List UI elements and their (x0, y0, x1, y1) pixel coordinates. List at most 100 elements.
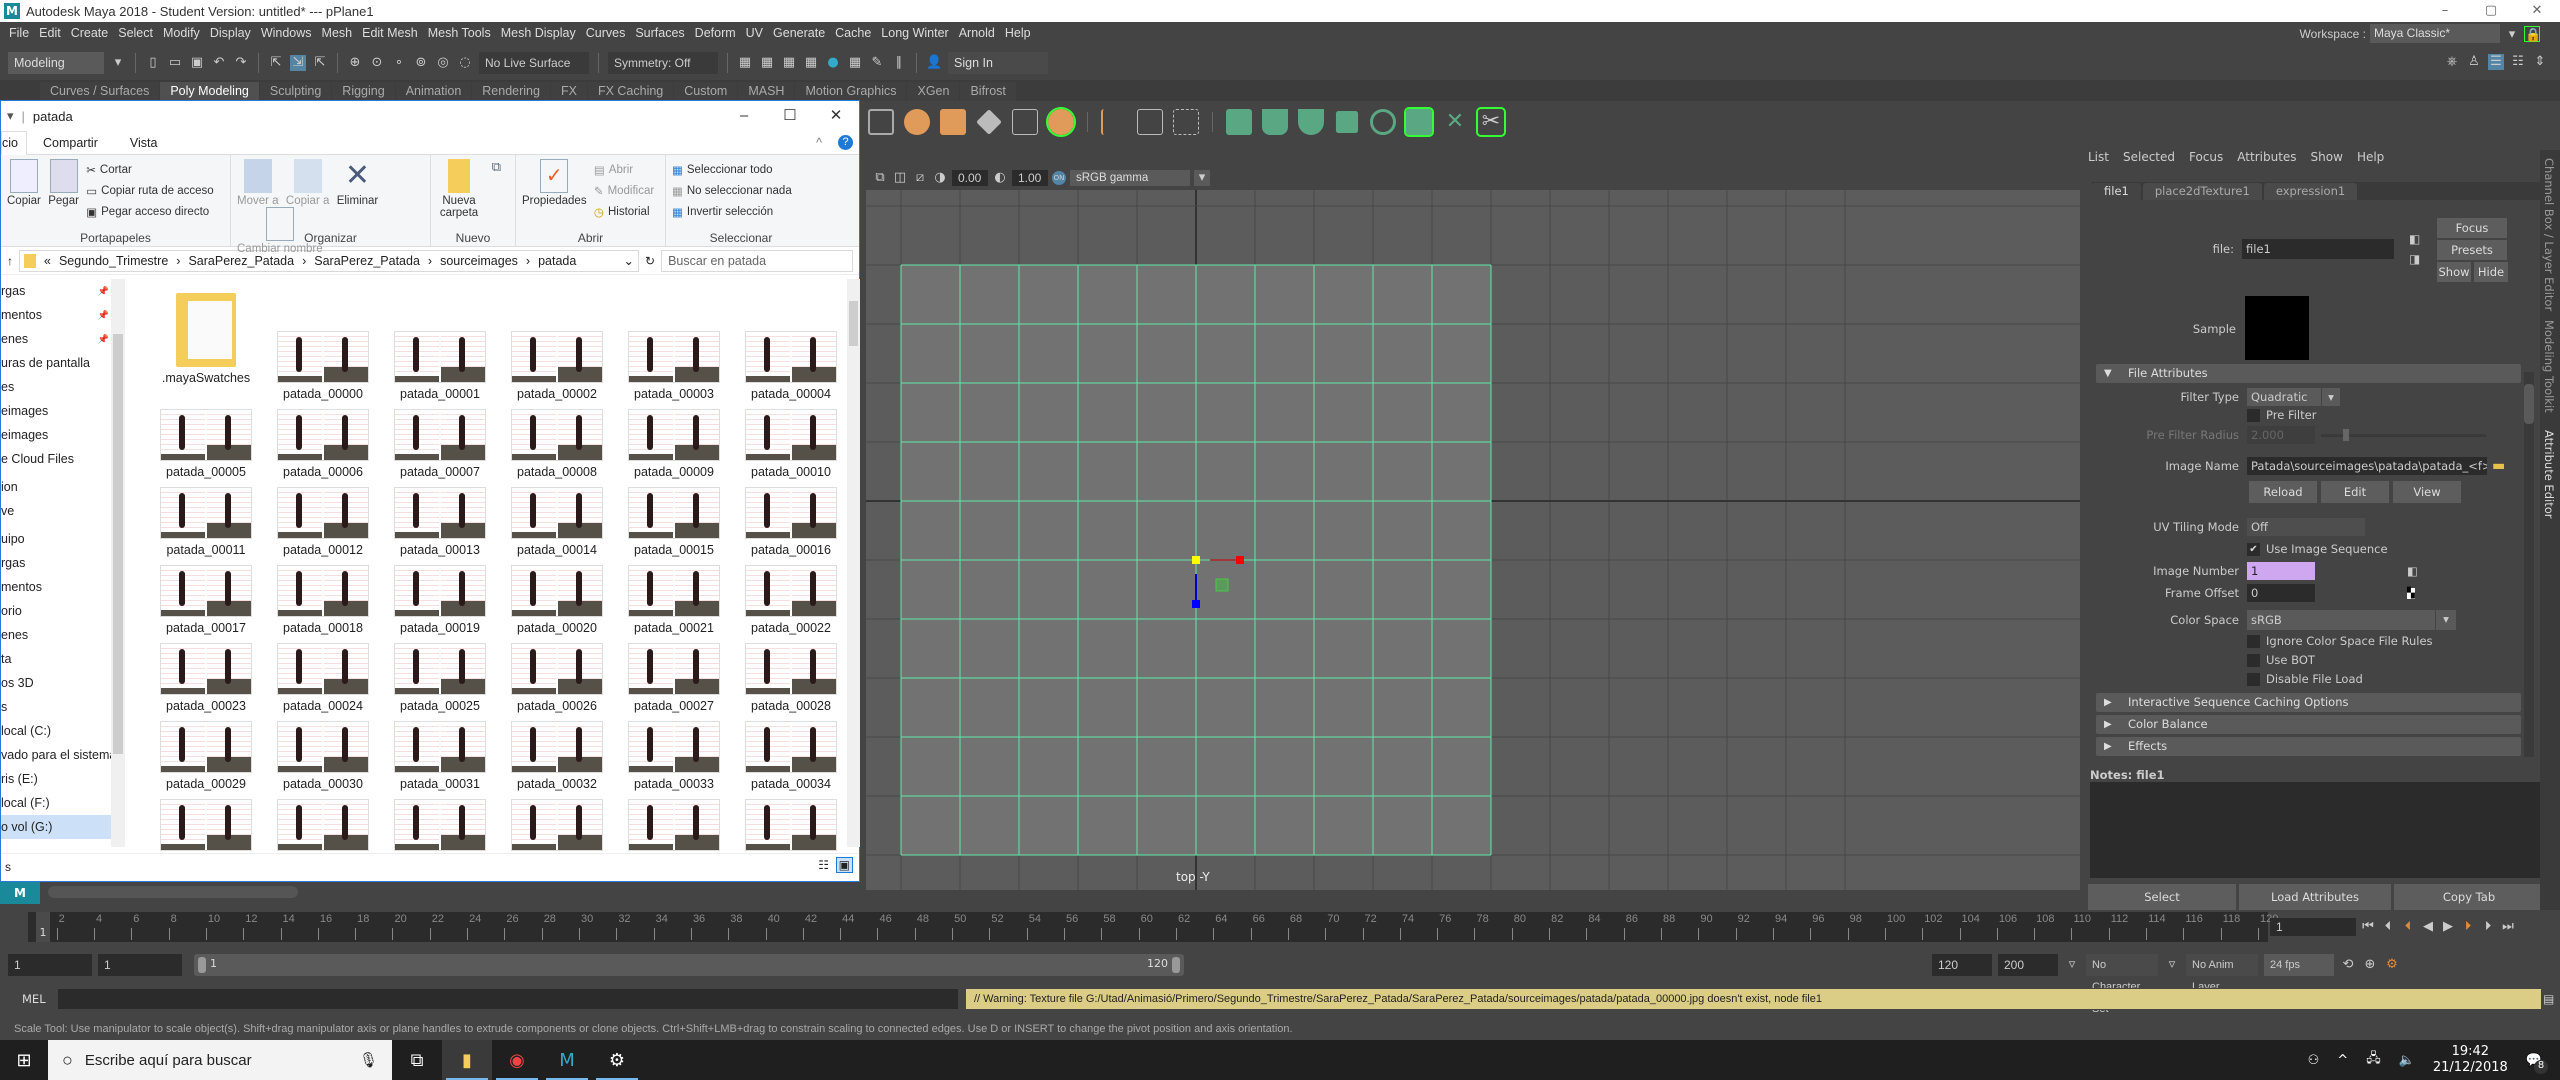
file-item[interactable]: patada_00015 (615, 487, 733, 562)
ae-scrollbar[interactable] (2524, 372, 2534, 757)
pegar-acceso-button[interactable]: ▣ Pegar acceso directo (86, 201, 213, 222)
snap-live-icon[interactable]: ◌ (457, 55, 473, 71)
pre-filter-checkbox[interactable] (2247, 408, 2260, 422)
checker-map-icon[interactable]: ▚ (2407, 587, 2415, 599)
view-button[interactable]: View (2393, 481, 2461, 503)
ipr-render-icon[interactable]: ▦ (781, 55, 797, 71)
render-setup-icon[interactable]: ✎ (869, 55, 885, 71)
nav-item[interactable]: vado para el sistema (1, 743, 113, 767)
nav-item[interactable]: eimages (1, 423, 113, 447)
shelf-tab-mash[interactable]: MASH (738, 82, 795, 101)
modificar-button[interactable]: ✎ Modificar (594, 180, 654, 201)
exposure-field[interactable]: 0.00 (952, 170, 988, 186)
copiar-ruta-button[interactable]: ▭ Copiar ruta de acceso (86, 180, 213, 201)
loop-icon[interactable]: ⟲ (2340, 957, 2356, 973)
new-item-icon[interactable]: ⧉ (488, 159, 504, 175)
cortar-button[interactable]: ✂ Cortar (86, 159, 213, 180)
notes-field[interactable] (2090, 782, 2540, 878)
clock[interactable]: 19:42 21/12/2018 (2433, 1044, 2508, 1076)
file-item[interactable]: patada_00023 (147, 643, 265, 718)
nav-item[interactable]: ve (1, 499, 113, 523)
propiedades-button[interactable]: ✓ Propiedades (522, 159, 587, 207)
ribbon-tab-compartir[interactable]: Compartir (27, 136, 114, 150)
file-explorer-taskbar-icon[interactable]: ▮ (442, 1040, 492, 1080)
disable-load-checkbox[interactable] (2247, 672, 2260, 686)
play-backwards-icon[interactable]: ◀ (2420, 919, 2436, 935)
menu-display[interactable]: Display (205, 26, 256, 40)
menu-cache[interactable]: Cache (830, 26, 876, 40)
character-set-dropdown[interactable]: No Character Set (2086, 954, 2158, 1015)
redo-icon[interactable]: ↷ (233, 55, 249, 71)
use-bot-checkbox[interactable] (2247, 653, 2260, 667)
historial-button[interactable]: ◷ Historial (594, 201, 654, 222)
file-item[interactable]: patada_00007 (381, 409, 499, 484)
shelf-tab-motion-graphics[interactable]: Motion Graphics (795, 82, 907, 101)
shelf-tab-fx-caching[interactable]: FX Caching (587, 82, 674, 101)
cylindrical-map-icon[interactable] (1262, 109, 1288, 135)
chevron-down-icon[interactable]: ▾ (2436, 610, 2456, 630)
chevron-down-icon[interactable]: ▿ (2164, 957, 2180, 973)
menu-generate[interactable]: Generate (768, 26, 830, 40)
select-object-icon[interactable]: ⇲ (290, 55, 306, 71)
snap-point-icon[interactable]: ∘ (391, 55, 407, 71)
chevron-down-icon[interactable]: ▾ (2504, 26, 2520, 42)
nav-item[interactable]: orio (1, 599, 113, 623)
show-hidden-icons-chevron[interactable]: ^ (2337, 1053, 2348, 1068)
ae-tab-place2dtexture1[interactable]: place2dTexture1 (2142, 183, 2262, 200)
render-current-icon[interactable]: ▦ (737, 55, 753, 71)
explorer-maximize-button[interactable]: ☐ (767, 101, 813, 131)
mover-a-button[interactable]: Mover a (237, 159, 279, 207)
snap-curve-icon[interactable]: ⊙ (369, 55, 385, 71)
section-color-balance[interactable]: ▶ Color Balance (2096, 715, 2521, 734)
menu-windows[interactable]: Windows (256, 26, 317, 40)
script-language-toggle[interactable]: MEL (0, 992, 58, 1006)
nav-item[interactable]: enes (1, 623, 113, 647)
nav-item[interactable]: rgas 📌 (1, 279, 113, 303)
maximize-button[interactable]: ▢ (2468, 0, 2514, 22)
cut-sew-icon[interactable]: ✂ (1476, 107, 1506, 137)
side-tab-attribute-editor[interactable]: Attribute Editor (2542, 430, 2556, 518)
folder-browse-icon[interactable]: ▬ (2492, 458, 2505, 474)
shelf-tab-xgen[interactable]: XGen (907, 82, 960, 101)
workspace-dropdown[interactable]: Maya Classic* (2370, 24, 2500, 43)
ae-menu-focus[interactable]: Focus (2189, 150, 2223, 164)
snap-projected-icon[interactable]: ⊚ (413, 55, 429, 71)
menu-curves[interactable]: Curves (581, 26, 631, 40)
multi-cut-icon[interactable] (1101, 109, 1127, 135)
fps-dropdown[interactable]: 24 fps (2264, 954, 2334, 976)
file-item[interactable]: patada_00006 (264, 409, 382, 484)
slider-handle[interactable] (2343, 428, 2349, 441)
shelf-tab-bifrost[interactable]: Bifrost (960, 82, 1016, 101)
copiar-button[interactable]: Copiar (7, 159, 41, 207)
volume-icon[interactable]: 🔈 (2399, 1053, 2415, 1068)
menu-mesh-tools[interactable]: Mesh Tools (423, 26, 496, 40)
sphere-icon[interactable] (904, 109, 930, 135)
file-item[interactable]: patada_00003 (615, 331, 733, 406)
step-back-icon[interactable]: ⏴ (2380, 919, 2396, 935)
go-to-start-icon[interactable]: ⏮ (2360, 919, 2376, 935)
nav-item[interactable]: os 3D (1, 671, 113, 695)
output-connections-icon[interactable]: ◨ (2409, 252, 2420, 266)
shelf-tab-curves-surfaces[interactable]: Curves / Surfaces (40, 82, 160, 101)
ae-menu-selected[interactable]: Selected (2123, 150, 2175, 164)
pin-icon[interactable]: 📌 (98, 279, 109, 303)
playback-start-field[interactable]: 1 (98, 954, 182, 976)
file-item[interactable]: patada_00000 (264, 331, 382, 406)
save-scene-icon[interactable]: ▣ (189, 55, 205, 71)
file-scrollbar[interactable] (847, 279, 860, 847)
image-name-field[interactable]: Patada\sourceimages\patada\patada_<f>.jp… (2247, 457, 2487, 475)
reload-button[interactable]: Reload (2249, 481, 2317, 503)
edge-loop-icon[interactable] (1137, 109, 1163, 135)
copy-tab-button[interactable]: Copy Tab (2394, 884, 2544, 910)
chevron-down-icon[interactable]: ▾ (110, 55, 126, 71)
range-start-handle[interactable] (198, 957, 206, 973)
file-item[interactable]: patada_00038 (498, 799, 616, 853)
menu-arnold[interactable]: Arnold (954, 26, 1000, 40)
menu-create[interactable]: Create (66, 26, 114, 40)
breadcrumb-item[interactable]: SaraPerez_Patada (314, 254, 420, 268)
action-center-icon[interactable]: 💬 8 (2526, 1053, 2548, 1074)
command-input[interactable] (58, 989, 958, 1009)
file-item[interactable]: patada_00028 (732, 643, 841, 718)
open-scene-icon[interactable]: ▭ (167, 55, 183, 71)
shelf-tab-animation[interactable]: Animation (395, 82, 472, 101)
